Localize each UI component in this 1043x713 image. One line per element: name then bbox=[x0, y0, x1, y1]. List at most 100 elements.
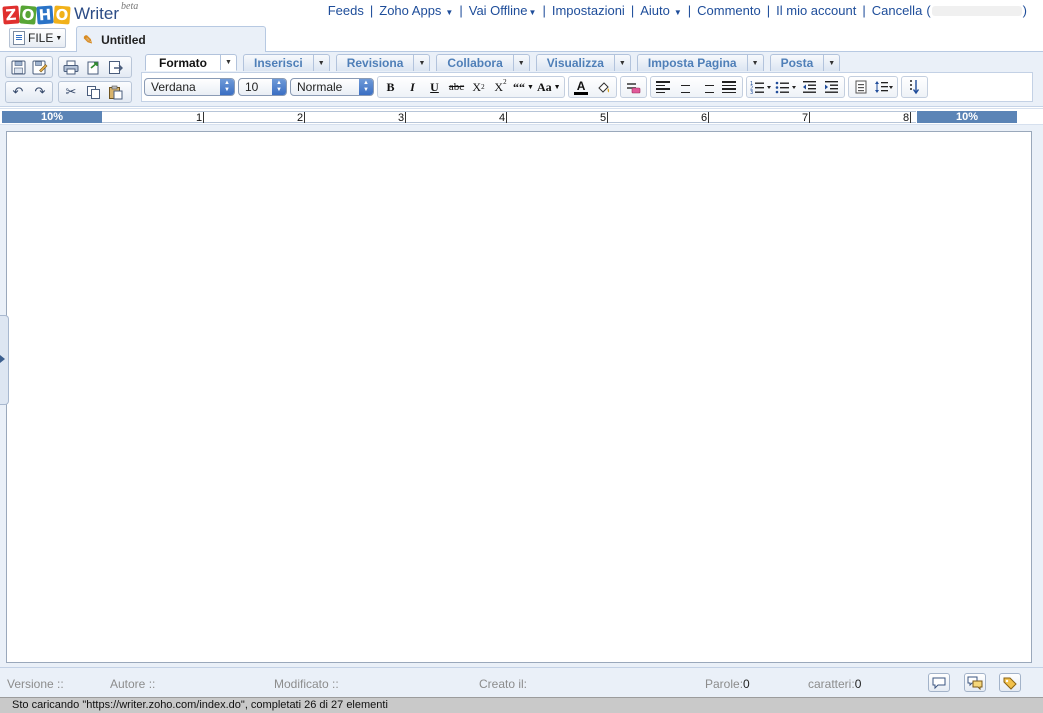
chevron-down-icon[interactable]: ▼ bbox=[613, 55, 630, 71]
file-menu-button[interactable]: FILE ▼ bbox=[9, 28, 66, 48]
outdent-icon[interactable] bbox=[799, 78, 820, 96]
superscript-button[interactable]: X2 bbox=[490, 78, 511, 96]
align-center-icon[interactable] bbox=[675, 78, 696, 96]
italic-button[interactable]: I bbox=[402, 78, 423, 96]
feeds-link[interactable]: Feeds bbox=[328, 3, 364, 18]
highlight-color-icon[interactable] bbox=[593, 78, 614, 96]
chevron-down-icon[interactable]: ▼ bbox=[512, 55, 529, 71]
indent-icon[interactable] bbox=[821, 78, 842, 96]
updown-arrows-icon: ▲ ▼ bbox=[359, 79, 373, 95]
chevron-down-icon: ▼ bbox=[527, 83, 534, 91]
tab-imposta-pagina[interactable]: Imposta Pagina ▼ bbox=[636, 54, 764, 71]
zoho-apps-menu[interactable]: Zoho Apps ▼ bbox=[379, 3, 453, 18]
chevron-down-icon[interactable]: ▼ bbox=[312, 55, 329, 71]
strikethrough-button[interactable]: abc bbox=[446, 78, 467, 96]
case-label: Aa bbox=[536, 79, 552, 94]
paste-icon[interactable] bbox=[105, 83, 125, 101]
subscript-button[interactable]: X2 bbox=[468, 78, 489, 96]
superscript-label: X bbox=[494, 79, 504, 94]
settings-link[interactable]: Impostazioni bbox=[552, 3, 625, 18]
bold-button[interactable]: B bbox=[380, 78, 401, 96]
chevron-down-icon[interactable]: ▼ bbox=[746, 55, 763, 71]
page-break-icon[interactable] bbox=[851, 78, 872, 96]
top-bar: Z O H O Writer beta Feeds | Zoho Apps ▼ |… bbox=[0, 0, 1043, 26]
undo-icon[interactable]: ↶ bbox=[8, 83, 28, 101]
tab-posta[interactable]: Posta ▼ bbox=[769, 54, 841, 71]
comment-link[interactable]: Commento bbox=[697, 3, 761, 18]
tag-icon[interactable] bbox=[999, 673, 1021, 692]
document-title: Untitled bbox=[101, 33, 146, 47]
tab-visualizza[interactable]: Visualizza ▼ bbox=[535, 54, 631, 71]
tab-formato[interactable]: Formato ▼ bbox=[145, 54, 237, 71]
left-margin-indicator[interactable]: 10% bbox=[2, 111, 102, 123]
color-group: A bbox=[567, 76, 617, 98]
save-as-icon[interactable] bbox=[30, 58, 50, 76]
export-icon[interactable] bbox=[83, 58, 103, 76]
modified-label: Modificato :: bbox=[274, 677, 339, 691]
font-color-button[interactable]: A bbox=[571, 78, 592, 96]
tab-label: Collabora bbox=[447, 56, 503, 70]
chat-icon[interactable] bbox=[964, 673, 986, 692]
bulleted-list-icon[interactable] bbox=[774, 78, 798, 96]
line-spacing-icon[interactable] bbox=[873, 78, 895, 96]
word-count-value: 0 bbox=[743, 677, 750, 691]
document-actions-group bbox=[58, 56, 132, 78]
my-account-link[interactable]: Il mio account bbox=[776, 3, 856, 18]
numbered-list-icon[interactable]: 123 bbox=[749, 78, 773, 96]
beta-label: beta bbox=[121, 1, 139, 12]
go-offline-menu[interactable]: Vai Offline▼ bbox=[469, 3, 537, 18]
tab-inserisci[interactable]: Inserisci ▼ bbox=[243, 54, 330, 71]
change-case-button[interactable]: Aa ▼ bbox=[536, 78, 562, 96]
format-toolbar: Verdana ▲ ▼ 10 ▲ ▼ Normale ▲ ▼ B I U abc X2… bbox=[141, 72, 1033, 102]
paragraph-style-value: Normale bbox=[297, 80, 343, 94]
align-left-icon[interactable] bbox=[653, 78, 674, 96]
top-links: Feeds | Zoho Apps ▼ | Vai Offline▼ | Impo… bbox=[327, 3, 1027, 18]
sort-group bbox=[900, 76, 928, 98]
app-name: Writer bbox=[74, 4, 120, 23]
chevron-down-icon: ▼ bbox=[553, 83, 561, 91]
tab-revisiona[interactable]: Revisiona ▼ bbox=[335, 54, 431, 71]
side-panel-toggle[interactable] bbox=[0, 315, 9, 405]
save-icon[interactable] bbox=[8, 58, 28, 76]
print-icon[interactable] bbox=[61, 58, 81, 76]
char-count: caratteri:0 bbox=[808, 677, 861, 691]
document-editor[interactable] bbox=[6, 131, 1032, 663]
ruler: 10% 1 2 3 4 5 6 7 8 10% bbox=[0, 108, 1043, 125]
text-direction-icon[interactable] bbox=[904, 78, 925, 96]
underline-button[interactable]: U bbox=[424, 78, 445, 96]
clear-formatting-icon[interactable] bbox=[623, 78, 644, 96]
chevron-down-icon[interactable]: ▼ bbox=[823, 55, 839, 71]
go-offline-label: Vai Offline bbox=[468, 3, 528, 18]
page-tools-group bbox=[847, 76, 898, 98]
char-count-label: caratteri: bbox=[808, 677, 855, 691]
logo-letter: Z bbox=[2, 5, 20, 25]
zoho-writer-logo[interactable]: Z O H O Writer beta bbox=[2, 1, 139, 25]
comment-bubble-icon[interactable] bbox=[928, 673, 950, 692]
redo-icon[interactable]: ↷ bbox=[30, 83, 50, 101]
align-right-icon[interactable] bbox=[697, 78, 718, 96]
pencil-icon: ✎ bbox=[83, 33, 94, 47]
chevron-down-icon[interactable]: ▼ bbox=[220, 55, 236, 70]
font-size-select[interactable]: 10 ▲ ▼ bbox=[238, 78, 287, 96]
quote-button[interactable]: ““ ▼ bbox=[512, 78, 535, 96]
cut-icon[interactable]: ✂ bbox=[61, 83, 81, 101]
share-document-icon[interactable] bbox=[105, 58, 125, 76]
copy-icon[interactable] bbox=[83, 83, 103, 101]
ruler-tick: 6 bbox=[701, 112, 710, 124]
ruler-tick: 1 bbox=[196, 112, 205, 124]
chevron-down-icon[interactable]: ▼ bbox=[413, 55, 429, 71]
ruler-tick: 8 bbox=[903, 112, 912, 124]
document-tab[interactable]: ✎ Untitled bbox=[76, 26, 266, 53]
tab-collabora[interactable]: Collabora ▼ bbox=[436, 54, 530, 71]
ruler-scale: 1 2 3 4 5 6 7 8 bbox=[102, 111, 916, 124]
font-family-select[interactable]: Verdana ▲ ▼ bbox=[144, 78, 235, 96]
created-label: Creato il: bbox=[479, 677, 528, 691]
sign-out-link[interactable]: Cancella bbox=[872, 3, 923, 18]
right-margin-indicator[interactable]: 10% bbox=[917, 111, 1017, 123]
version-label: Versione :: bbox=[7, 677, 64, 691]
help-menu[interactable]: Aiuto ▼ bbox=[640, 3, 682, 18]
align-justify-icon[interactable] bbox=[719, 78, 740, 96]
paragraph-style-select[interactable]: Normale ▲ ▼ bbox=[290, 78, 374, 96]
font-color-swatch bbox=[574, 91, 589, 95]
editor-container bbox=[0, 125, 1043, 667]
